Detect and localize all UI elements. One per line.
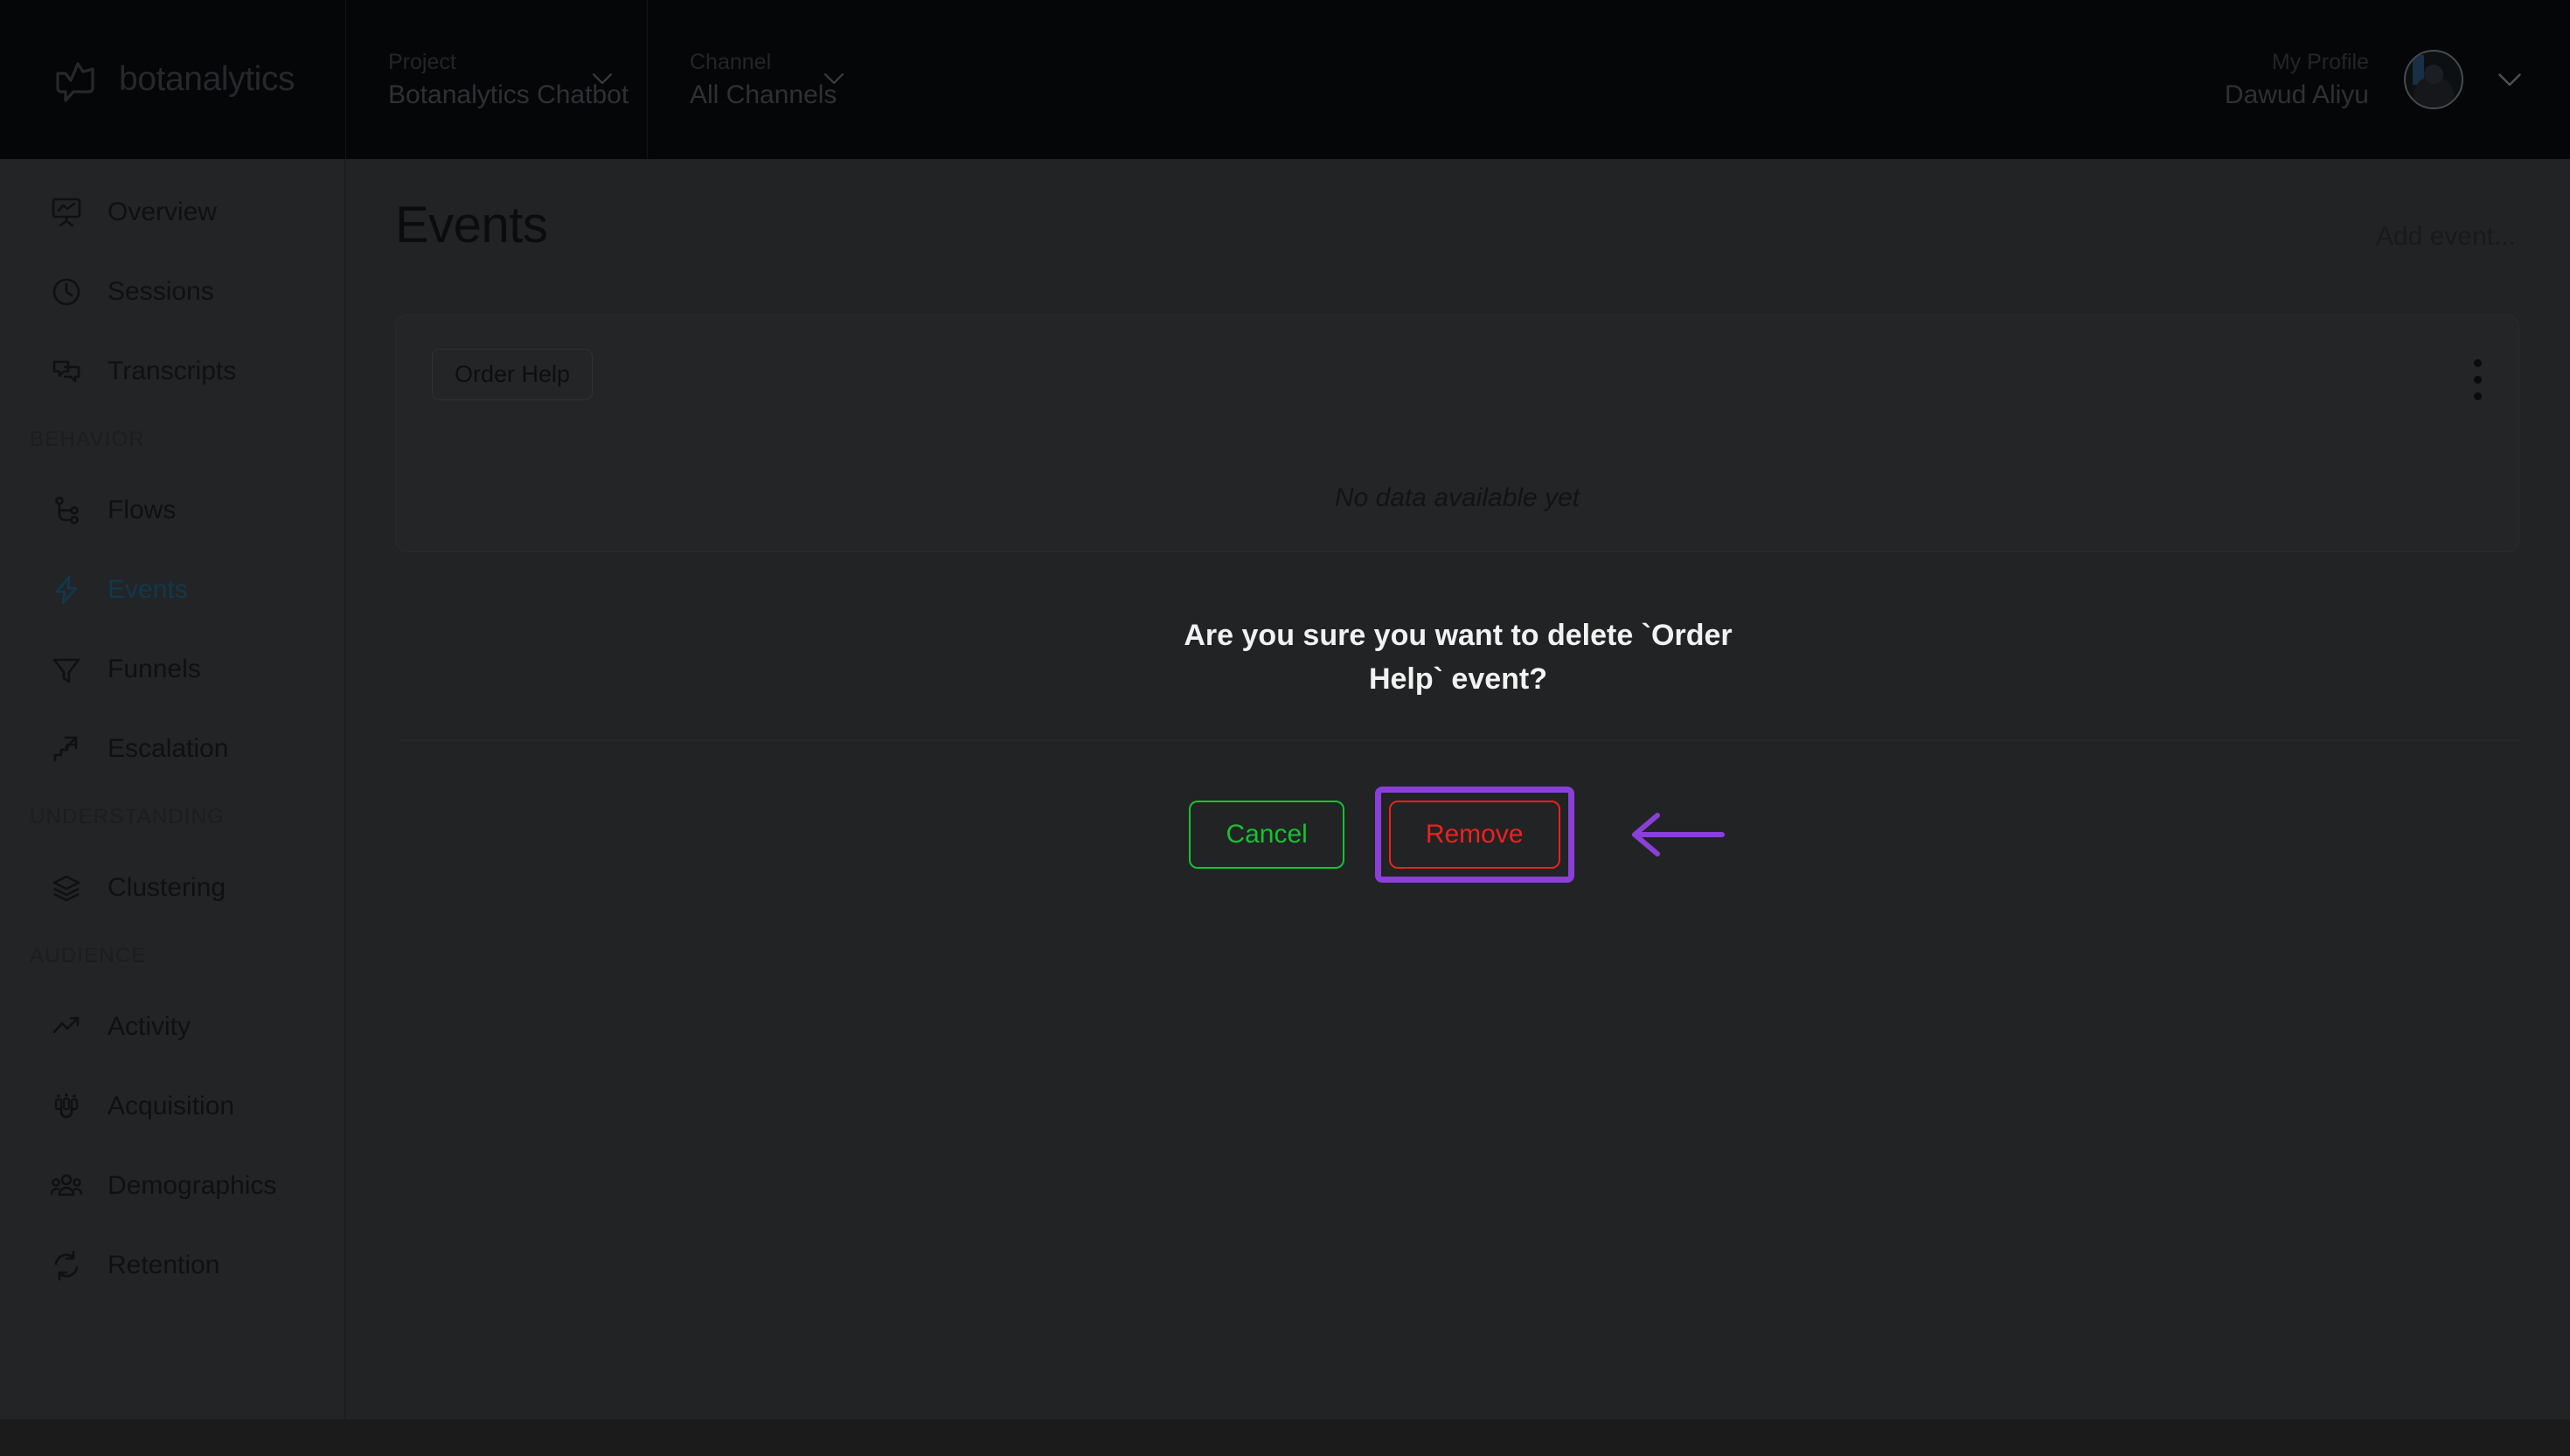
sidebar-item-demographics[interactable]: Demographics xyxy=(0,1161,344,1211)
presentation-chart-icon xyxy=(48,194,85,231)
channel-selector-value: All Channels xyxy=(690,80,837,109)
sidebar-item-events[interactable]: Events xyxy=(0,565,344,615)
sidebar-group-understanding: UNDERSTANDING xyxy=(30,805,226,829)
event-card: Order Help No data available yet xyxy=(395,315,2519,552)
sidebar-item-clustering[interactable]: Clustering xyxy=(0,863,344,913)
top-header: botanalytics Project Botanalytics Chatbo… xyxy=(0,0,2570,159)
sidebar-item-label: Flows xyxy=(108,496,177,524)
chevron-down-icon xyxy=(824,73,844,85)
botanalytics-logo-icon xyxy=(51,55,100,104)
empty-state-text: No data available yet xyxy=(1334,483,1580,512)
stairs-up-arrow-icon xyxy=(48,731,85,767)
confirm-divider xyxy=(396,739,2520,741)
channel-selector[interactable]: Channel All Channels xyxy=(647,0,879,159)
people-group-icon xyxy=(48,1168,85,1204)
profile-text: My Profile Dawud Aliyu xyxy=(2225,46,2369,114)
kebab-dot xyxy=(2473,376,2482,384)
sidebar-item-label: Overview xyxy=(108,198,218,226)
lightning-icon xyxy=(48,572,85,608)
confirm-message: Are you sure you want to delete `Order H… xyxy=(1184,619,1733,697)
trending-up-icon xyxy=(48,1009,85,1045)
footer-strip xyxy=(346,1419,2570,1456)
sidebar: Overview Sessions Transcripts BEHAVIOR F… xyxy=(0,159,345,1456)
page-title: Events xyxy=(395,197,548,253)
sidebar-item-retention[interactable]: Retention xyxy=(0,1240,344,1291)
sidebar-item-label: Events xyxy=(108,575,188,604)
confirm-actions: Cancel Remove xyxy=(346,786,2570,883)
refresh-cycle-icon xyxy=(48,1247,85,1284)
left-arrow-annotation-icon xyxy=(1624,808,1727,861)
remove-button[interactable]: Remove xyxy=(1388,800,1560,869)
chevron-down-icon xyxy=(593,73,612,85)
sidebar-item-overview[interactable]: Overview xyxy=(0,187,344,238)
sidebar-item-acquisition[interactable]: Acquisition xyxy=(0,1081,344,1132)
sidebar-item-label: Funnels xyxy=(108,655,201,683)
sidebar-item-flows[interactable]: Flows xyxy=(0,485,344,536)
layers-icon xyxy=(48,870,85,906)
sidebar-item-transcripts[interactable]: Transcripts xyxy=(0,346,344,397)
sidebar-group-audience: AUDIENCE xyxy=(30,944,147,967)
sidebar-item-label: Retention xyxy=(108,1251,220,1279)
sidebar-item-label: Activity xyxy=(108,1012,191,1041)
profile-menu[interactable]: My Profile Dawud Aliyu xyxy=(2225,0,2570,159)
profile-name: Dawud Aliyu xyxy=(2224,80,2369,109)
funnel-icon xyxy=(48,651,85,688)
app-root: botanalytics Project Botanalytics Chatbo… xyxy=(0,0,2570,1456)
brand-logo[interactable]: botanalytics xyxy=(0,0,345,159)
sidebar-item-funnels[interactable]: Funnels xyxy=(0,644,344,695)
chat-bubbles-icon xyxy=(48,353,85,390)
brand-name: botanalytics xyxy=(119,60,295,98)
delete-confirm-dialog: Are you sure you want to delete `Order H… xyxy=(346,614,2570,883)
remove-button-highlight: Remove xyxy=(1374,786,1574,883)
sidebar-item-activity[interactable]: Activity xyxy=(0,1002,344,1052)
profile-label: My Profile xyxy=(2271,49,2369,74)
chevron-down-icon[interactable] xyxy=(2498,73,2521,87)
clock-icon xyxy=(48,274,85,310)
kebab-dot xyxy=(2473,392,2482,400)
magnet-people-icon xyxy=(48,1088,85,1125)
sidebar-group-behavior: BEHAVIOR xyxy=(30,427,145,451)
sidebar-item-label: Acquisition xyxy=(108,1092,235,1120)
sidebar-item-label: Sessions xyxy=(108,277,214,306)
header-spacer xyxy=(879,0,2225,159)
project-selector[interactable]: Project Botanalytics Chatbot xyxy=(345,0,647,159)
channel-selector-label: Channel xyxy=(690,49,772,74)
add-event-button[interactable]: Add event... xyxy=(2376,222,2516,252)
sidebar-item-sessions[interactable]: Sessions xyxy=(0,267,344,317)
flow-tree-icon xyxy=(48,492,85,529)
sidebar-item-label: Demographics xyxy=(108,1171,277,1200)
cancel-button[interactable]: Cancel xyxy=(1189,800,1344,869)
avatar-head xyxy=(2424,65,2443,84)
event-chip[interactable]: Order Help xyxy=(432,349,594,400)
sidebar-item-label: Transcripts xyxy=(108,357,237,385)
avatar[interactable] xyxy=(2404,50,2463,109)
sidebar-item-label: Clustering xyxy=(108,873,226,902)
sidebar-item-escalation[interactable]: Escalation xyxy=(0,724,344,774)
sidebar-item-label: Escalation xyxy=(108,734,229,763)
main-content: Events Add event... Order Help No data a… xyxy=(346,159,2570,1419)
sidebar-bottom-strip xyxy=(0,1419,346,1456)
kebab-menu-icon[interactable] xyxy=(2473,359,2482,400)
kebab-dot xyxy=(2473,359,2482,367)
